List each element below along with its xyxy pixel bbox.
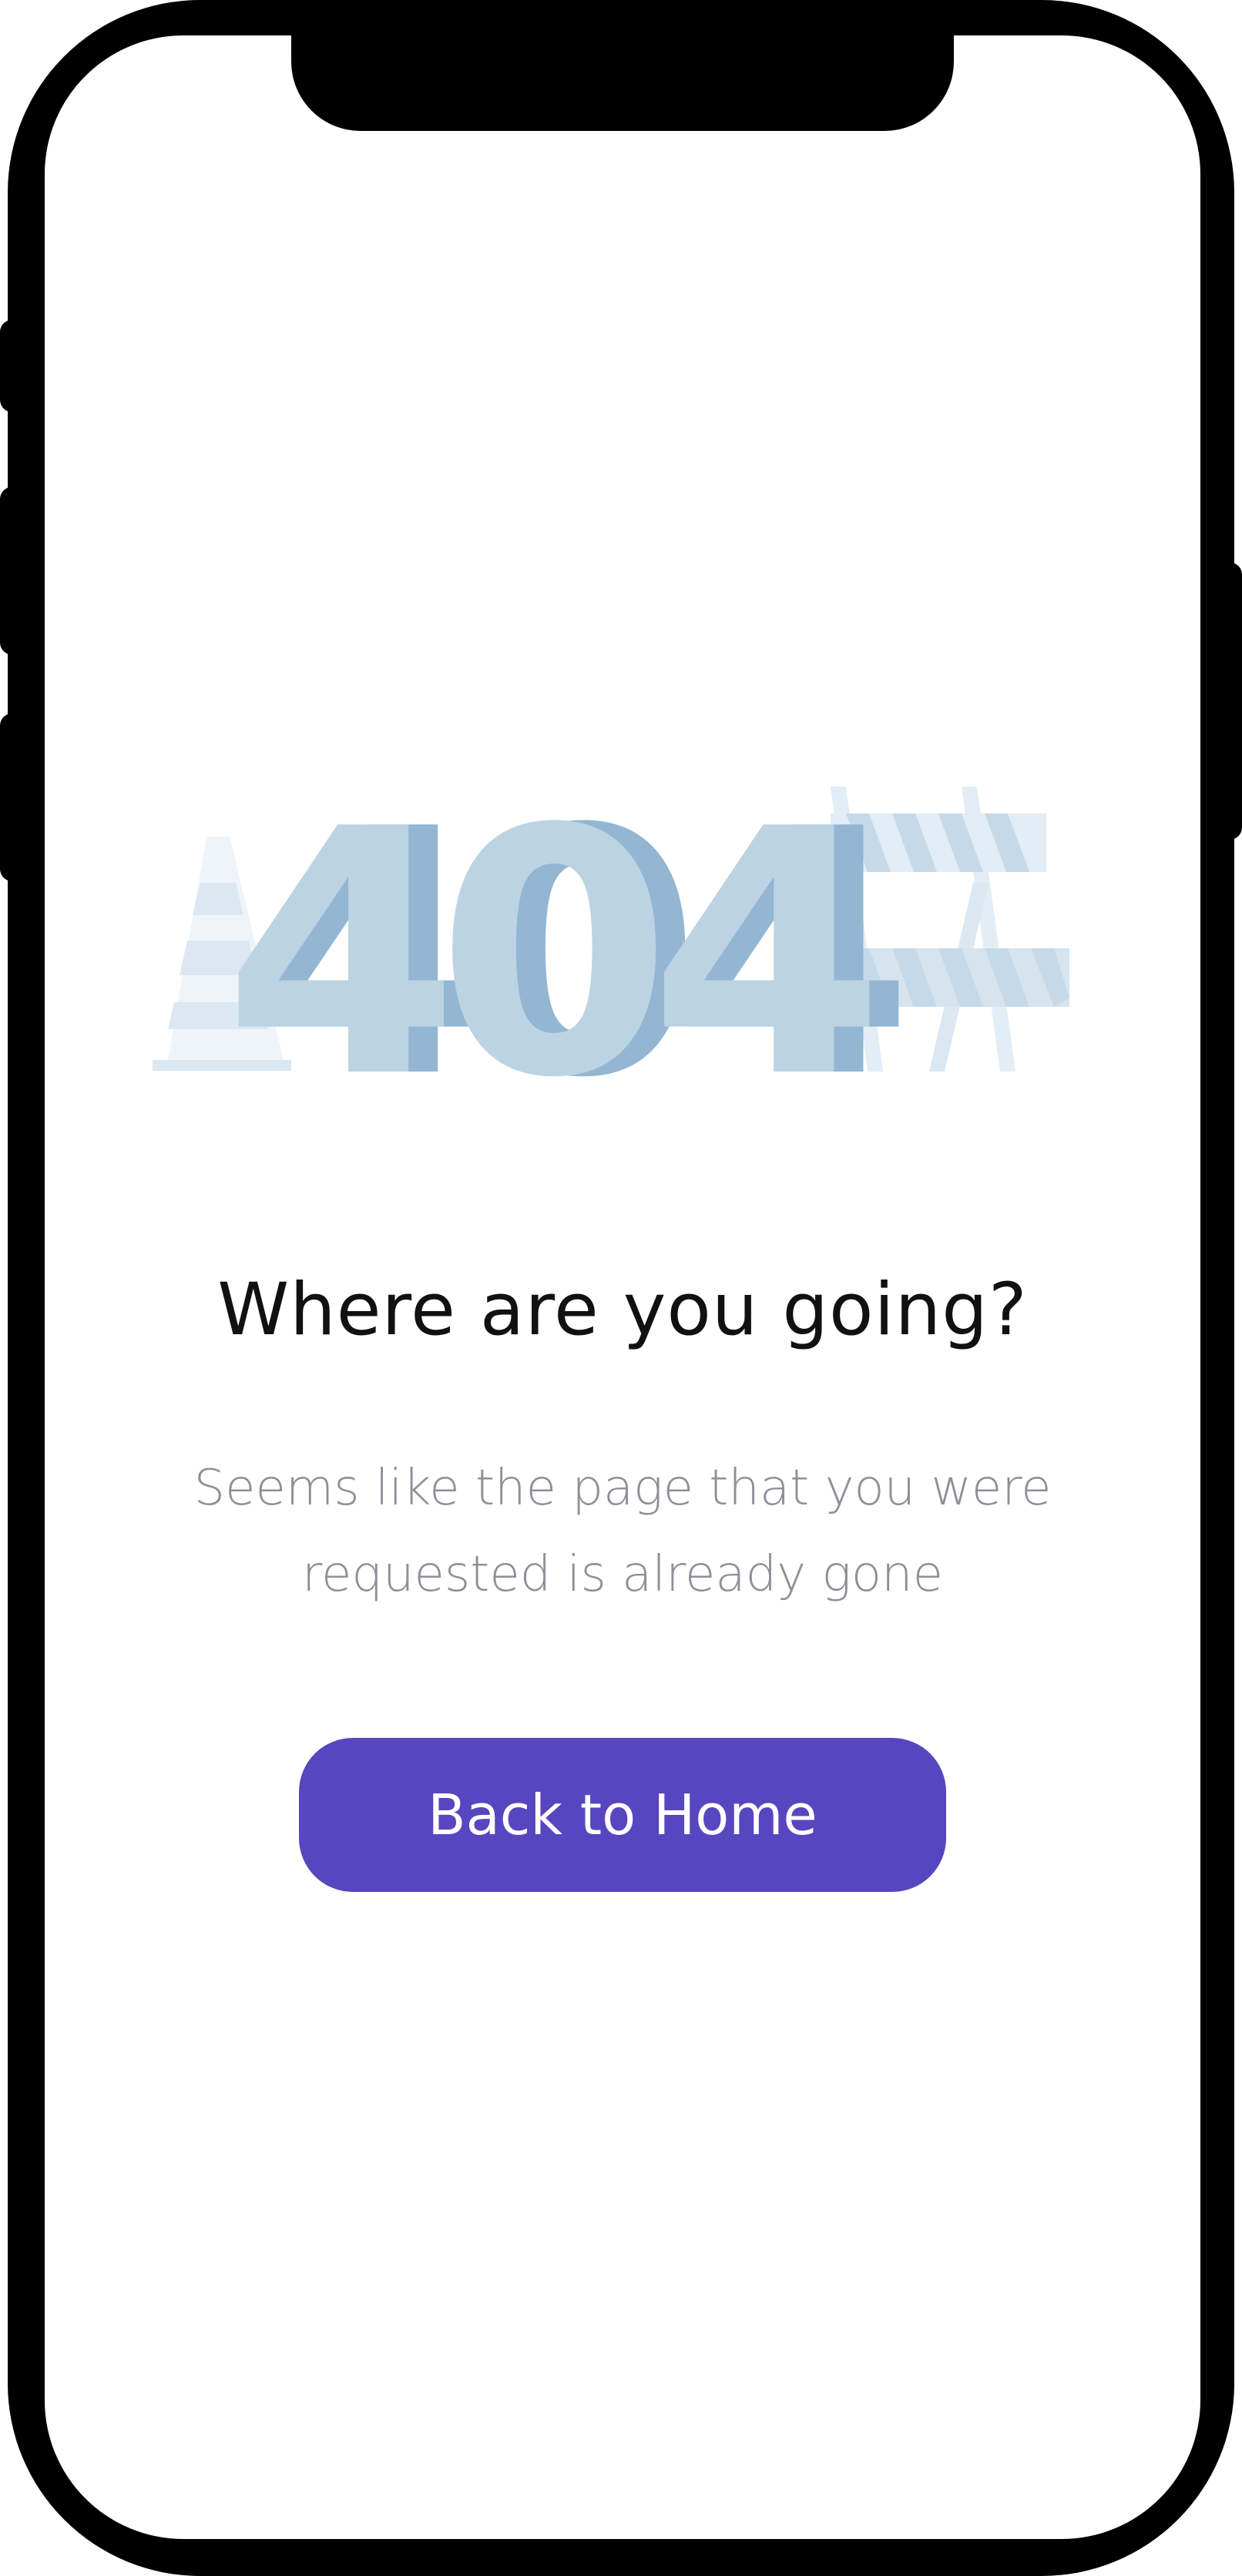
error-404-illustration: 404 404 xyxy=(153,775,1139,1098)
error-description-line-1: Seems like the page that you were xyxy=(193,1460,1052,1517)
error-code-text: 404 xyxy=(223,775,871,1098)
back-to-home-button[interactable]: Back to Home xyxy=(299,1738,946,1892)
notch xyxy=(291,35,954,131)
error-code-404: 404 404 xyxy=(223,775,924,1098)
page-title: Where are you going? xyxy=(217,1268,1028,1352)
error-description-line-2: requested is already gone xyxy=(302,1546,943,1603)
error-description: Seems like the page that you were reques… xyxy=(160,1445,1085,1618)
phone-screen: 404 404 Where are you going? Seems like … xyxy=(45,35,1200,2539)
